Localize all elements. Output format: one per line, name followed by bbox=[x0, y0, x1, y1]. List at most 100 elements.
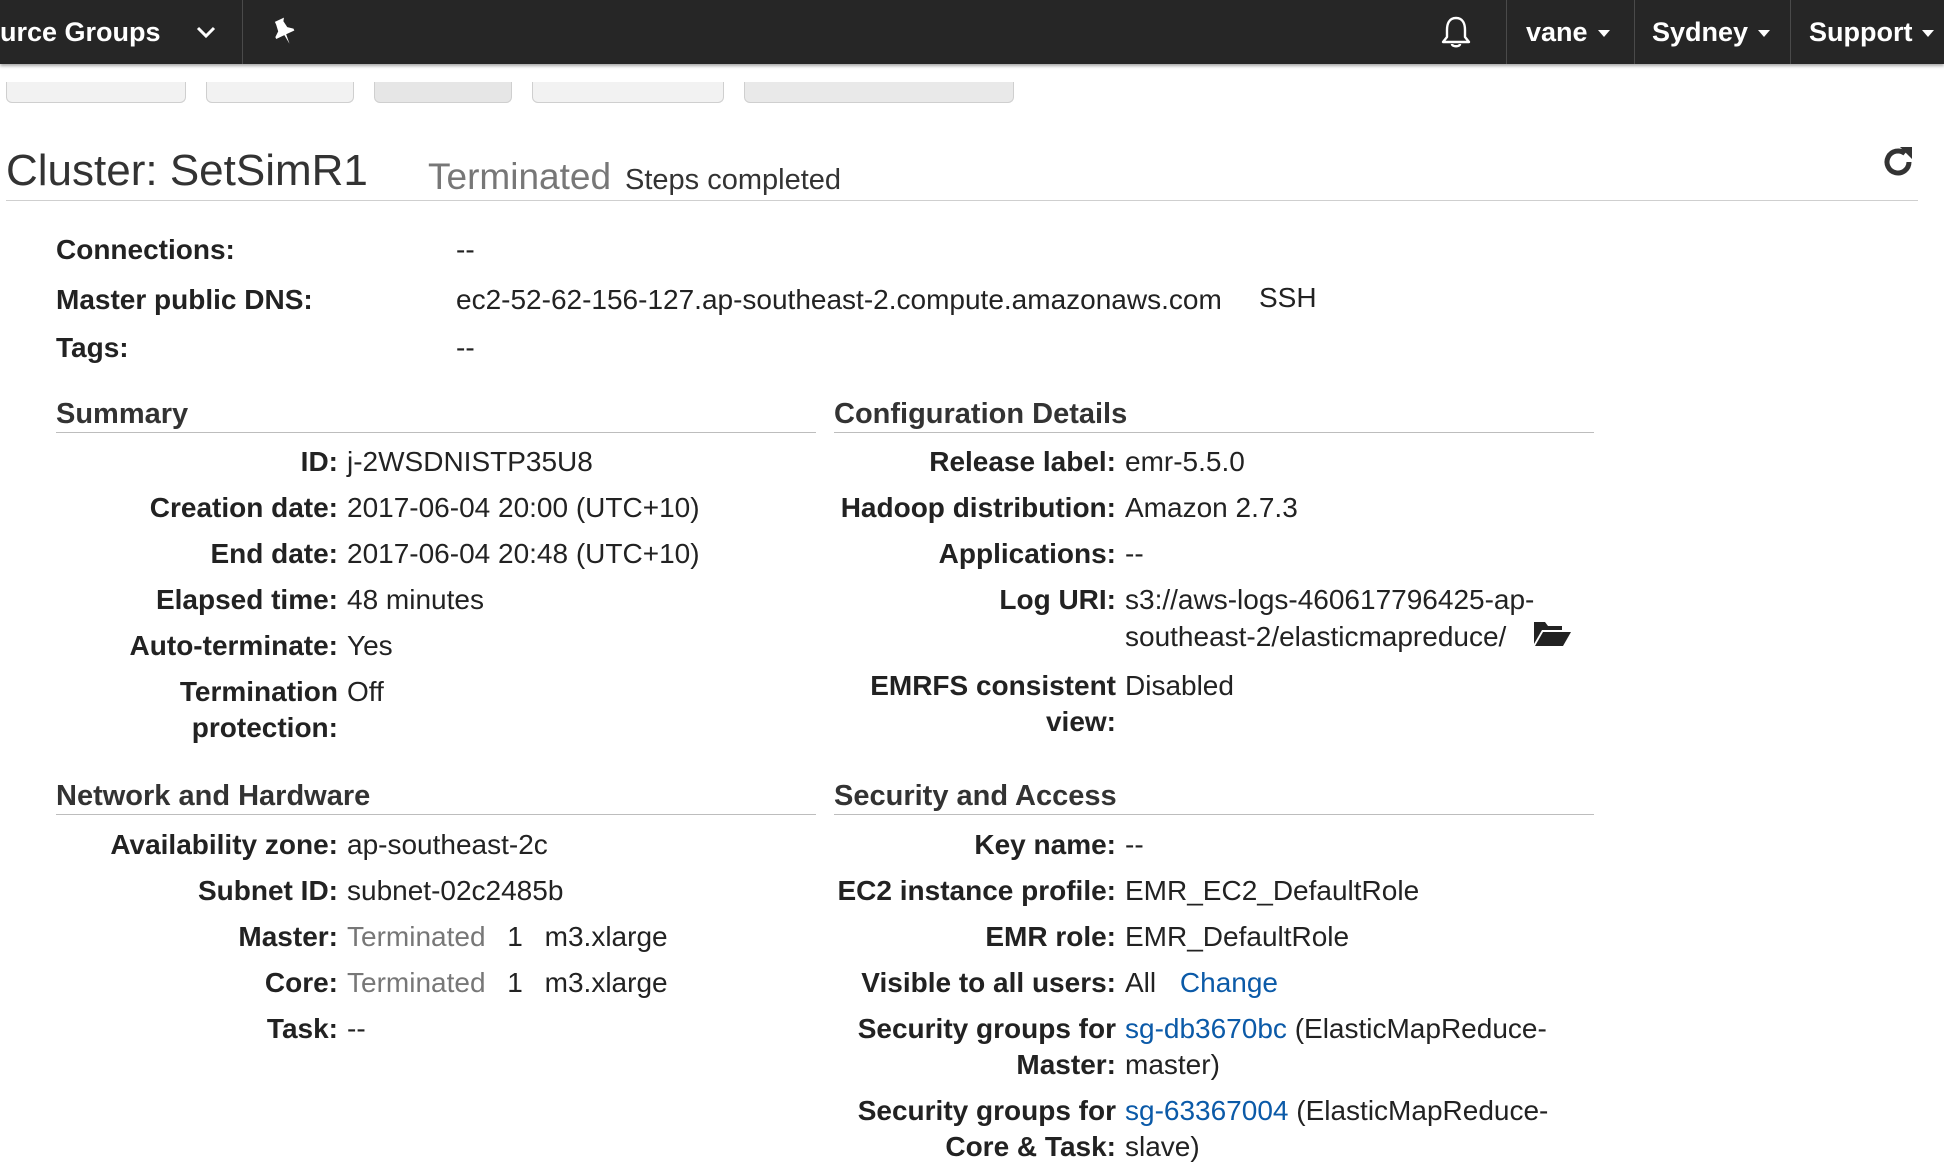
configuration-divider bbox=[834, 432, 1594, 433]
ec2-instance-profile-value: EMR_EC2_DefaultRole bbox=[1125, 875, 1420, 906]
id-label: ID: bbox=[300, 446, 338, 477]
master-label: Master: bbox=[238, 921, 338, 952]
termination-protection-label: Termination protection: bbox=[56, 674, 338, 746]
log-uri-line: s3://aws-logs-460617796425-ap- bbox=[1125, 584, 1535, 615]
release-label-value: emr-5.5.0 bbox=[1125, 446, 1245, 477]
security-group-core-task-desc: (ElasticMapReduce- bbox=[1296, 1095, 1549, 1126]
toolbar-button[interactable] bbox=[532, 82, 724, 103]
emr-role-label: EMR role: bbox=[985, 921, 1116, 952]
creation-date-value: 2017-06-04 20:00 (UTC+10) bbox=[347, 492, 700, 523]
value-line: sg-db3670bc (ElasticMapReduce- bbox=[1125, 1011, 1547, 1047]
connections-value: -- bbox=[456, 234, 475, 265]
release-label-label: Release label: bbox=[929, 446, 1116, 477]
cluster-status: Terminated bbox=[428, 156, 612, 197]
master-dns-value: ec2-52-62-156-127.ap-southeast-2.compute… bbox=[456, 284, 1222, 315]
elapsed-time-label: Elapsed time: bbox=[155, 584, 338, 615]
emrfs-consistent-view-value: Disabled bbox=[1125, 670, 1234, 701]
divider bbox=[1506, 0, 1507, 64]
emr-role-value: EMR_DefaultRole bbox=[1125, 921, 1350, 952]
security-groups-master-label: Security groups for Master: bbox=[834, 1011, 1116, 1083]
log-uri-line-text: southeast-2/elasticmapreduce/ bbox=[1125, 621, 1507, 652]
value-line: slave) bbox=[1125, 1131, 1200, 1162]
tags-value: -- bbox=[456, 332, 475, 363]
availability-zone-value: ap-southeast-2c bbox=[347, 829, 548, 860]
log-uri-line: southeast-2/elasticmapreduce/ bbox=[1125, 618, 1572, 657]
header-divider bbox=[6, 200, 1918, 201]
creation-date-label: Creation date: bbox=[149, 492, 338, 523]
log-uri-value: s3://aws-logs-460617796425-ap- southeast… bbox=[1125, 582, 1572, 657]
user-name: vane bbox=[1526, 16, 1588, 47]
label-line: Security groups for bbox=[857, 1095, 1116, 1126]
caret-down-icon bbox=[1758, 30, 1771, 37]
value-line: master) bbox=[1125, 1049, 1220, 1080]
auto-terminate-label: Auto-terminate: bbox=[129, 630, 338, 661]
applications-value: -- bbox=[1125, 538, 1144, 569]
support-menu[interactable]: Support bbox=[1809, 0, 1935, 64]
subnet-id-link[interactable]: subnet-02c2485b bbox=[347, 873, 563, 909]
security-access-divider bbox=[834, 814, 1594, 815]
label-line: protection: bbox=[191, 712, 338, 743]
applications-label: Applications: bbox=[938, 538, 1116, 569]
divider bbox=[1634, 0, 1635, 64]
toolbar-button[interactable] bbox=[6, 82, 186, 103]
bell-icon[interactable] bbox=[1438, 0, 1474, 64]
resource-groups-menu[interactable]: urce Groups bbox=[0, 0, 161, 64]
auto-terminate-value: Yes bbox=[347, 630, 393, 661]
master-value: Terminated 1 m3.xlarge bbox=[347, 919, 668, 955]
master-count: 1 bbox=[507, 921, 523, 952]
top-navigation-bar: urce Groups vane Sydney Support bbox=[0, 0, 1944, 64]
toolbar-button[interactable] bbox=[206, 82, 354, 103]
network-hardware-heading: Network and Hardware bbox=[56, 780, 371, 812]
region-name: Sydney bbox=[1652, 16, 1749, 47]
master-instance-type: m3.xlarge bbox=[544, 921, 668, 952]
end-date-value: 2017-06-04 20:48 (UTC+10) bbox=[347, 538, 700, 569]
key-name-label: Key name: bbox=[974, 829, 1116, 860]
security-groups-core-task-value: sg-63367004 (ElasticMapReduce- slave) bbox=[1125, 1093, 1548, 1165]
subnet-id-label: Subnet ID: bbox=[198, 875, 338, 906]
tags-label: Tags: bbox=[56, 332, 129, 363]
emrfs-consistent-view-label: EMRFS consistent view: bbox=[834, 668, 1116, 740]
toolbar-button[interactable] bbox=[374, 82, 512, 103]
core-count: 1 bbox=[507, 967, 523, 998]
label-line: EMRFS consistent bbox=[870, 670, 1116, 701]
value-line: sg-63367004 (ElasticMapReduce- bbox=[1125, 1093, 1548, 1129]
network-hardware-divider bbox=[56, 814, 816, 815]
visible-to-all-users-value: All Change bbox=[1125, 965, 1278, 1001]
hadoop-distribution-value: Amazon 2.7.3 bbox=[1125, 492, 1298, 523]
caret-down-icon bbox=[1922, 30, 1935, 37]
support-label: Support bbox=[1809, 16, 1913, 47]
resource-groups-label: urce Groups bbox=[0, 16, 161, 47]
cluster-status-detail: Steps completed bbox=[625, 164, 842, 196]
task-label: Task: bbox=[266, 1013, 338, 1044]
security-groups-core-task-label: Security groups for Core & Task: bbox=[834, 1093, 1116, 1165]
folder-open-icon[interactable] bbox=[1532, 618, 1572, 657]
region-menu[interactable]: Sydney bbox=[1652, 0, 1771, 64]
id-value: j-2WSDNISTP35U8 bbox=[347, 446, 593, 477]
security-group-core-task-link[interactable]: sg-63367004 bbox=[1125, 1095, 1288, 1126]
caret-down-icon bbox=[1597, 30, 1610, 37]
refresh-icon[interactable] bbox=[1880, 144, 1916, 180]
security-group-master-link[interactable]: sg-db3670bc bbox=[1125, 1013, 1287, 1044]
availability-zone-label: Availability zone: bbox=[110, 829, 338, 860]
visible-to-all-users-text: All bbox=[1125, 967, 1157, 998]
master-status: Terminated bbox=[347, 921, 486, 952]
ssh-link[interactable]: SSH bbox=[1259, 282, 1317, 314]
toolbar-button[interactable] bbox=[744, 82, 1014, 103]
pin-icon[interactable] bbox=[270, 0, 298, 64]
core-status: Terminated bbox=[347, 967, 486, 998]
core-value: Terminated 1 m3.xlarge bbox=[347, 965, 668, 1001]
end-date-label: End date: bbox=[210, 538, 338, 569]
security-access-heading: Security and Access bbox=[834, 780, 1117, 812]
change-visibility-link[interactable]: Change bbox=[1180, 967, 1278, 998]
label-line: Master: bbox=[1016, 1049, 1116, 1080]
label-line: Termination bbox=[179, 676, 338, 707]
chevron-down-icon[interactable] bbox=[196, 0, 216, 64]
master-dns-label: Master public DNS: bbox=[56, 284, 313, 315]
label-line: Core & Task: bbox=[945, 1131, 1116, 1162]
page-title: Cluster: SetSimR1 bbox=[6, 146, 368, 195]
summary-heading: Summary bbox=[56, 398, 189, 430]
security-group-master-desc: (ElasticMapReduce- bbox=[1294, 1013, 1547, 1044]
log-uri-label: Log URI: bbox=[999, 584, 1116, 615]
key-name-value: -- bbox=[1125, 829, 1144, 860]
user-menu[interactable]: vane bbox=[1526, 0, 1610, 64]
